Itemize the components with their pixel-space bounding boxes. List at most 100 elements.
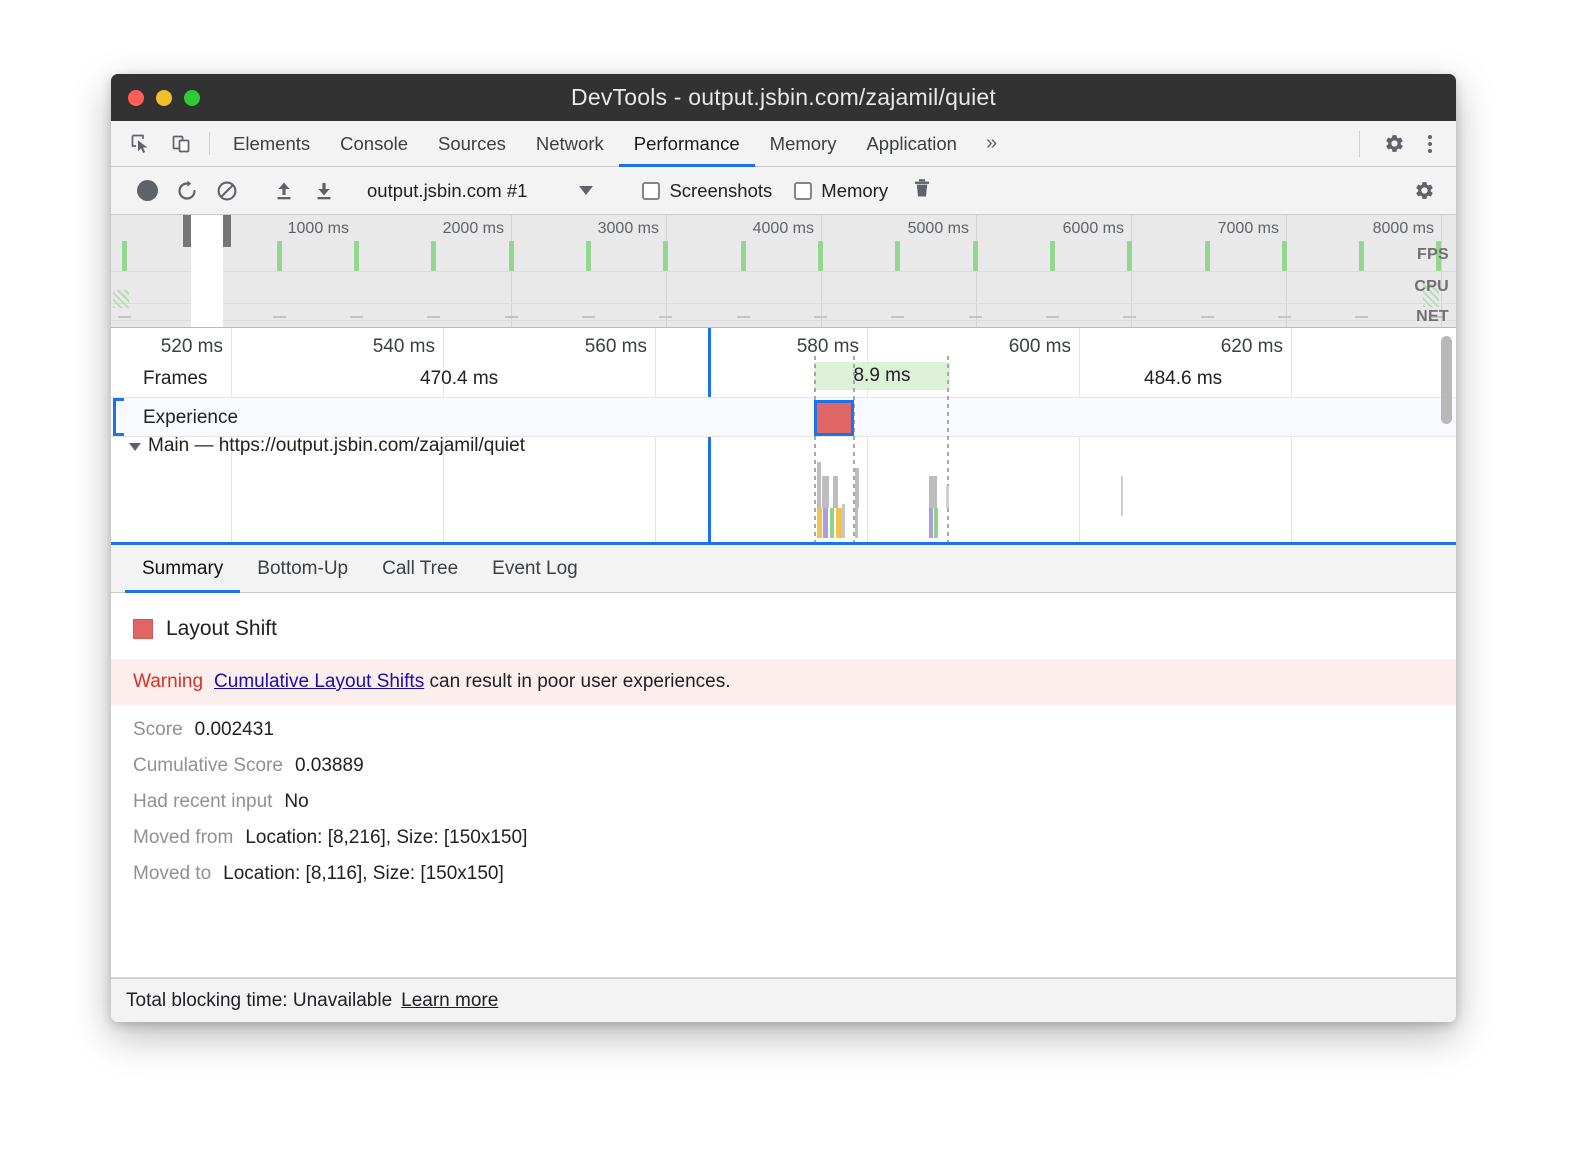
toolbar-divider [1359, 131, 1360, 157]
overview-net-bar [1123, 316, 1136, 318]
screenshots-checkbox[interactable]: Screenshots [642, 180, 772, 202]
devtools-window: DevTools - output.jsbin.com/zajamil/quie… [111, 74, 1456, 1022]
overview-fps-bar [663, 241, 668, 271]
clear-recording-icon[interactable] [207, 179, 247, 203]
checkbox-box[interactable] [642, 182, 660, 200]
tab-console[interactable]: Console [325, 121, 423, 166]
inspect-element-icon[interactable] [121, 121, 161, 166]
main-tabbar-right-actions [1359, 121, 1456, 166]
overview-fps-bar [818, 241, 823, 271]
tracks-tick-label: 580 ms [797, 336, 867, 358]
overview-window-right-handle[interactable] [223, 215, 231, 247]
overview-tick-label: 2000 ms [443, 220, 511, 238]
overview-tick-label: 5000 ms [908, 220, 976, 238]
kebab-menu-icon[interactable] [1414, 135, 1446, 153]
main-activity-bar[interactable] [855, 508, 858, 538]
overview-net-bar [427, 316, 440, 318]
detail-row: Score0.002431 [111, 705, 1456, 741]
save-profile-icon[interactable] [304, 179, 344, 203]
memory-checkbox[interactable]: Memory [794, 180, 888, 202]
main-activity-bar[interactable] [929, 508, 933, 538]
more-tabs-button[interactable]: » [972, 121, 1011, 166]
detail-row-key: Moved from [133, 827, 233, 849]
maximize-window-button[interactable] [184, 90, 200, 106]
gear-icon[interactable] [1404, 180, 1444, 201]
timeline-tracks[interactable]: 520 ms540 ms560 ms580 ms600 ms620 ms640 … [111, 328, 1456, 545]
chevron-down-icon[interactable] [579, 186, 593, 195]
warning-rest: can result in poor user experiences. [424, 671, 730, 692]
warning-label: Warning [133, 671, 203, 692]
frame-duration-3[interactable]: 484.6 ms [1144, 368, 1222, 390]
overview-fps-bar [1050, 241, 1055, 271]
record-circle-icon[interactable] [127, 180, 167, 201]
tab-application[interactable]: Application [851, 121, 972, 166]
load-profile-icon[interactable] [264, 179, 304, 203]
cumulative-layout-shifts-link[interactable]: Cumulative Layout Shifts [214, 671, 424, 692]
experience-track-row[interactable] [111, 397, 1456, 437]
frame-duration-1[interactable]: 470.4 ms [420, 368, 498, 390]
reload-and-record-icon[interactable] [167, 179, 207, 203]
tab-sources[interactable]: Sources [423, 121, 521, 166]
checkbox-box[interactable] [794, 182, 812, 200]
tab-network[interactable]: Network [521, 121, 619, 166]
layout-shift-event[interactable] [814, 400, 854, 436]
overview-fps-bar [1205, 241, 1210, 271]
overview-tick-label: 8000 ms [1373, 220, 1441, 238]
tracks-tick-label: 620 ms [1221, 336, 1291, 358]
event-boundary-dashed [814, 356, 816, 545]
minimize-window-button[interactable] [156, 90, 172, 106]
learn-more-link[interactable]: Learn more [401, 990, 498, 1012]
main-activity-bar[interactable] [929, 476, 937, 508]
tab-call-tree[interactable]: Call Tree [365, 545, 475, 592]
device-toolbar-icon[interactable] [161, 121, 201, 166]
details-footer: Total blocking time: Unavailable Learn m… [111, 978, 1456, 1022]
gear-icon[interactable] [1374, 133, 1414, 154]
tab-performance[interactable]: Performance [619, 121, 755, 166]
layout-shift-color-swatch [133, 619, 153, 639]
main-activity-bar[interactable] [830, 508, 834, 538]
memory-label: Memory [821, 180, 888, 202]
main-activity-bar[interactable] [1121, 476, 1123, 516]
main-activity-bar[interactable] [817, 508, 822, 538]
main-track-header[interactable]: Main — https://output.jsbin.com/zajamil/… [129, 435, 525, 457]
detail-row: Cumulative Score0.03889 [111, 741, 1456, 777]
detail-row-key: Score [133, 719, 183, 741]
tracks-vertical-scrollbar[interactable] [1441, 336, 1452, 424]
timeline-overview[interactable]: 1000 ms2000 ms3000 ms4000 ms5000 ms6000 … [111, 215, 1456, 328]
overview-selection-window[interactable] [191, 215, 223, 327]
main-activity-bar[interactable] [823, 508, 828, 538]
warning-banner: Warning Cumulative Layout Shifts can resu… [111, 659, 1456, 705]
overview-net-bar [1278, 316, 1291, 318]
main-activity-bar[interactable] [934, 508, 938, 538]
tab-summary[interactable]: Summary [125, 545, 240, 592]
main-activity-bar[interactable] [822, 476, 829, 508]
profile-selector[interactable]: output.jsbin.com #1 [367, 180, 593, 202]
tab-memory[interactable]: Memory [755, 121, 852, 166]
chevron-down-icon[interactable] [129, 443, 141, 451]
detail-row: Moved toLocation: [8,116], Size: [150x15… [111, 849, 1456, 885]
tab-event-log[interactable]: Event Log [475, 545, 595, 592]
overview-lane-divider [111, 271, 1456, 272]
main-activity-bar[interactable] [833, 476, 838, 508]
trash-icon[interactable] [910, 176, 934, 205]
tab-label: Performance [634, 133, 740, 155]
overview-fps-bar [1127, 241, 1132, 271]
main-activity-bar[interactable] [817, 462, 821, 508]
main-activity-bar[interactable] [946, 486, 949, 508]
window-controls [128, 90, 200, 106]
tab-label: Summary [142, 558, 223, 580]
overview-window-left-handle[interactable] [183, 215, 191, 247]
overview-tick-label: 6000 ms [1063, 220, 1131, 238]
window-title-bar: DevTools - output.jsbin.com/zajamil/quie… [111, 74, 1456, 121]
overview-fps-bar [586, 241, 591, 271]
tab-elements[interactable]: Elements [218, 121, 325, 166]
overview-tick-label: 3000 ms [598, 220, 666, 238]
overview-fps-bar [1282, 241, 1287, 271]
overview-net-bar [1355, 316, 1368, 318]
tab-bottom-up[interactable]: Bottom-Up [240, 545, 365, 592]
frame-band-selected[interactable]: 8.9 ms [814, 362, 950, 390]
close-window-button[interactable] [128, 90, 144, 106]
main-activity-bar[interactable] [855, 468, 859, 508]
main-activity-bar[interactable] [842, 504, 845, 538]
tracks-tick-label: 540 ms [373, 336, 443, 358]
